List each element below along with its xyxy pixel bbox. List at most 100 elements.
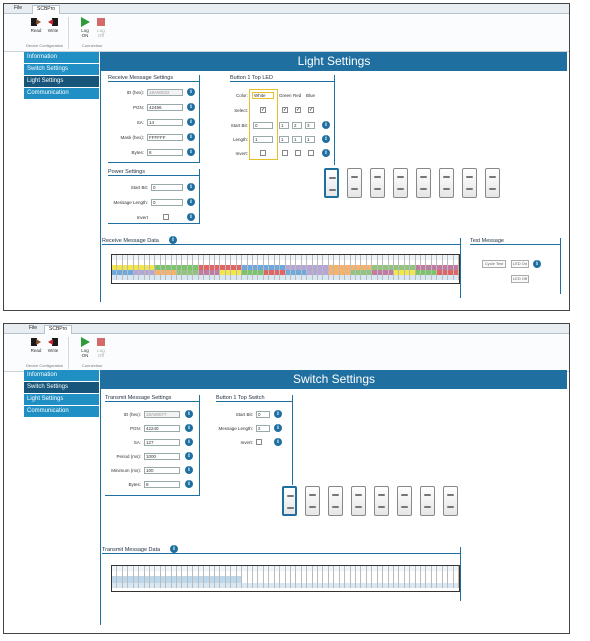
sidebar-item-light-settings[interactable]: Light Settings	[24, 394, 99, 405]
tx-pgn-field[interactable]: 42240	[144, 425, 180, 432]
switch-button-7[interactable]	[420, 486, 435, 516]
select-green-checkbox[interactable]: ✓	[282, 107, 288, 113]
log-off-button[interactable]: Log Off	[94, 17, 108, 38]
switch-button-4[interactable]	[393, 168, 408, 198]
info-icon[interactable]: i	[187, 198, 195, 206]
read-button[interactable]: Read	[29, 17, 43, 33]
white-length-field[interactable]: 1	[253, 136, 273, 143]
power-length-field[interactable]: 0	[151, 199, 183, 206]
bytes-field[interactable]: 8	[147, 149, 183, 156]
sidebar-item-light-settings[interactable]: Light Settings	[24, 76, 99, 87]
switch-button-2[interactable]	[305, 486, 320, 516]
sw-length-field[interactable]: 2	[256, 425, 270, 432]
mask-field[interactable]: FFFFFF	[147, 134, 183, 141]
switch-button-6[interactable]	[439, 168, 454, 198]
info-icon[interactable]: i	[185, 424, 193, 432]
scbpro-tab[interactable]: SCBPro	[32, 5, 61, 14]
sidebar-item-communication[interactable]: Communication	[24, 406, 99, 417]
log-on-button[interactable]: Log ON	[78, 337, 92, 358]
scbpro-tab[interactable]: SCBPro	[44, 325, 73, 334]
write-button[interactable]: Write	[46, 337, 60, 353]
cycle-test-button[interactable]: Cycle Test	[482, 260, 506, 268]
select-white-checkbox[interactable]: ✓	[260, 107, 266, 113]
switch-button-3[interactable]	[370, 168, 385, 198]
sw-start-bit-field[interactable]: 0	[256, 411, 270, 418]
info-icon[interactable]: i	[322, 149, 330, 157]
green-length-field[interactable]: 1	[279, 136, 289, 143]
file-tab[interactable]: File	[29, 325, 37, 331]
switch-button-5[interactable]	[374, 486, 389, 516]
info-icon[interactable]: i	[187, 183, 195, 191]
switch-button-8[interactable]	[443, 486, 458, 516]
write-button[interactable]: Write	[46, 17, 60, 33]
tx-sa-field[interactable]: 127	[144, 439, 180, 446]
info-icon[interactable]: i	[187, 213, 195, 221]
info-icon[interactable]: i	[187, 88, 195, 96]
info-icon[interactable]: i	[185, 466, 193, 474]
green-start-bit-field[interactable]: 1	[279, 122, 289, 129]
switch-button-5[interactable]	[416, 168, 431, 198]
info-icon[interactable]: i	[185, 480, 193, 488]
power-start-bit-field[interactable]: 0	[151, 184, 183, 191]
switch-button-2[interactable]	[347, 168, 362, 198]
info-icon[interactable]: i	[322, 121, 330, 129]
sidebar-item-information[interactable]: Information	[24, 370, 99, 381]
blue-start-bit-field[interactable]: 3	[305, 122, 315, 129]
red-start-bit-field[interactable]: 2	[292, 122, 302, 129]
invert-blue-checkbox[interactable]	[308, 150, 314, 156]
led-on-button[interactable]: LED On	[511, 260, 529, 268]
info-icon[interactable]: i	[274, 438, 282, 446]
color-select[interactable]: White	[252, 92, 274, 99]
switch-button-3[interactable]	[328, 486, 343, 516]
info-icon[interactable]: i	[274, 410, 282, 418]
led-off-button[interactable]: LED Off	[511, 275, 529, 283]
info-icon[interactable]: i	[170, 545, 178, 553]
info-icon[interactable]: i	[187, 118, 195, 126]
id-label: ID (hex):	[126, 90, 144, 95]
invert-red-checkbox[interactable]	[295, 150, 301, 156]
select-red-checkbox[interactable]: ✓	[295, 107, 301, 113]
info-icon[interactable]: i	[187, 133, 195, 141]
tx-bytes-field[interactable]: 8	[144, 481, 180, 488]
file-tab[interactable]: File	[14, 5, 22, 11]
log-off-button[interactable]: Log Off	[94, 337, 108, 358]
switch-button-1[interactable]	[324, 168, 339, 198]
sw-invert-checkbox[interactable]	[256, 439, 262, 445]
sidebar-item-switch-settings[interactable]: Switch Settings	[24, 64, 99, 75]
white-start-bit-field[interactable]: 0	[253, 122, 273, 129]
log-on-button[interactable]: Log ON	[78, 17, 92, 38]
switch-button-8[interactable]	[485, 168, 500, 198]
sidebar-item-information[interactable]: Information	[24, 52, 99, 63]
invert-white-checkbox[interactable]	[260, 150, 266, 156]
tx-sa-label: SA:	[133, 440, 141, 445]
blue-length-field[interactable]: 1	[305, 136, 315, 143]
sidebar-item-communication[interactable]: Communication	[24, 88, 99, 99]
tx-minimum-field[interactable]: 100	[144, 467, 180, 474]
info-icon[interactable]: i	[187, 103, 195, 111]
read-button[interactable]: Read	[29, 337, 43, 353]
info-icon[interactable]: i	[185, 452, 193, 460]
sa-field[interactable]: 14	[147, 119, 183, 126]
switch-button-7[interactable]	[462, 168, 477, 198]
stop-icon	[96, 337, 106, 347]
info-icon[interactable]: i	[274, 424, 282, 432]
info-icon[interactable]: i	[169, 236, 177, 244]
tx-period-field[interactable]: 1000	[144, 453, 180, 460]
invert-green-checkbox[interactable]	[282, 150, 288, 156]
switch-button-1[interactable]	[282, 486, 297, 516]
switch-button-6[interactable]	[397, 486, 412, 516]
sidebar-item-switch-settings[interactable]: Switch Settings	[24, 382, 99, 393]
info-icon[interactable]: i	[322, 135, 330, 143]
power-invert-checkbox[interactable]	[163, 214, 169, 220]
pgn-field[interactable]: 42496	[147, 104, 183, 111]
info-icon[interactable]: i	[185, 438, 193, 446]
switch-button-4[interactable]	[351, 486, 366, 516]
info-icon[interactable]: i	[187, 148, 195, 156]
id-field[interactable]: 18A00022	[147, 89, 183, 96]
tx-id-field[interactable]: 18A00077	[144, 411, 180, 418]
info-icon[interactable]: i	[533, 260, 541, 268]
info-icon[interactable]: i	[185, 410, 193, 418]
select-blue-checkbox[interactable]: ✓	[308, 107, 314, 113]
invert-label: Invert	[136, 215, 148, 220]
red-length-field[interactable]: 1	[292, 136, 302, 143]
